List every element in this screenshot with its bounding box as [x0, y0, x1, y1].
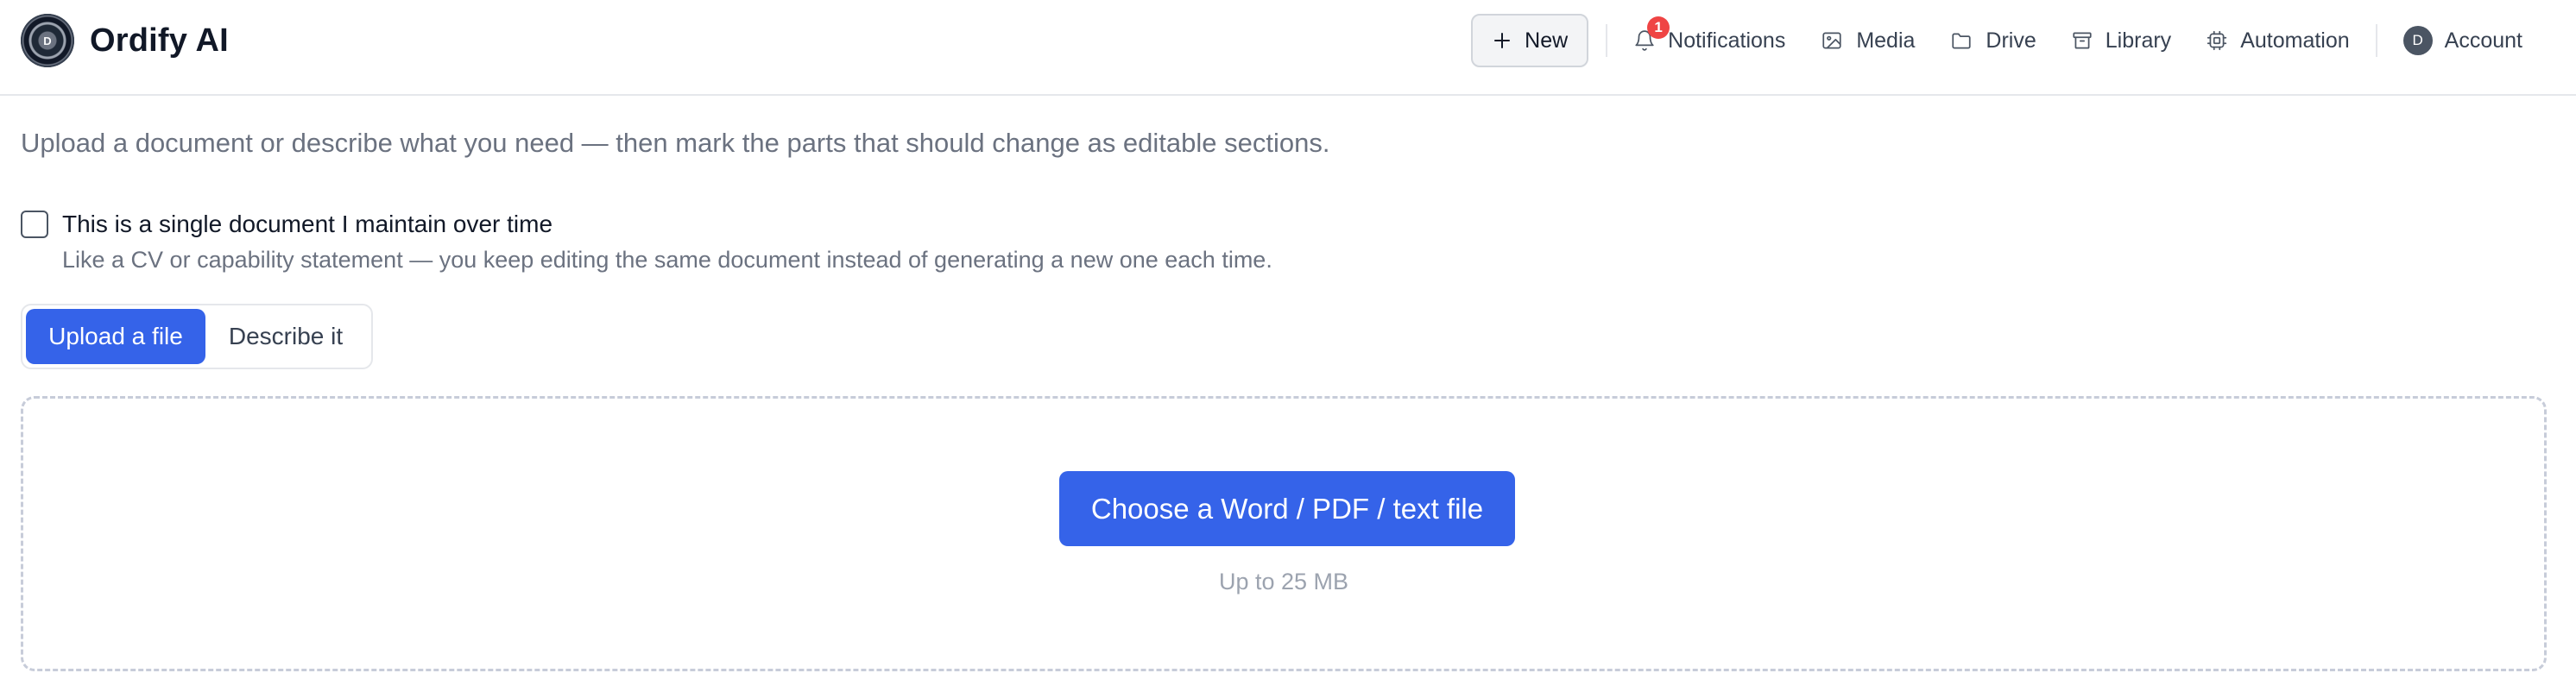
nav-drive-label: Drive: [1986, 28, 2036, 53]
image-icon: [1822, 32, 1841, 49]
choose-file-button[interactable]: Choose a Word / PDF / text file: [1059, 471, 1515, 546]
nav-account-label: Account: [2444, 28, 2522, 53]
nav-library-label: Library: [2105, 28, 2172, 53]
single-document-label[interactable]: This is a single document I maintain ove…: [62, 210, 1272, 239]
nav-notifications-label: Notifications: [1668, 28, 1786, 53]
intro-text: Upload a document or describe what you n…: [21, 128, 1330, 158]
input-mode-toggle: Upload a file Describe it: [21, 304, 373, 369]
nav-automation[interactable]: Automation: [2188, 14, 2366, 67]
single-document-option: This is a single document I maintain ove…: [21, 210, 1272, 274]
tab-describe-it[interactable]: Describe it: [205, 309, 366, 364]
logo-letter: D: [43, 34, 52, 47]
nav-account[interactable]: D Account: [2386, 14, 2540, 67]
cpu-icon: [2207, 30, 2227, 51]
new-button-label: New: [1525, 28, 1569, 53]
nav-divider: [1606, 24, 1608, 57]
nav-media-label: Media: [1856, 28, 1916, 53]
nav-automation-label: Automation: [2240, 28, 2350, 53]
nav-media[interactable]: Media: [1803, 14, 1932, 67]
single-document-checkbox[interactable]: [21, 211, 48, 238]
archive-icon: [2073, 32, 2092, 49]
brand[interactable]: D Ordify AI: [21, 14, 229, 67]
top-bar: D Ordify AI New 1 Notifications Media Dr…: [0, 0, 2576, 96]
file-dropzone[interactable]: Choose a Word / PDF / text file Up to 25…: [21, 396, 2547, 671]
new-button[interactable]: New: [1471, 14, 1589, 67]
main-nav: New 1 Notifications Media Drive Library …: [1471, 14, 2540, 67]
nav-divider: [2375, 24, 2377, 57]
nav-notifications[interactable]: 1 Notifications: [1616, 14, 1803, 67]
single-document-help: Like a CV or capability statement — you …: [62, 247, 1272, 273]
avatar: D: [2402, 26, 2433, 55]
single-document-text: This is a single document I maintain ove…: [62, 210, 1272, 274]
tab-upload-file[interactable]: Upload a file: [26, 309, 205, 364]
app-logo: D: [21, 14, 74, 67]
folder-icon: [1952, 33, 1972, 49]
notifications-badge: 1: [1647, 16, 1670, 39]
app-name: Ordify AI: [90, 22, 229, 59]
plus-icon: [1494, 33, 1511, 48]
nav-library[interactable]: Library: [2054, 14, 2188, 67]
nav-drive[interactable]: Drive: [1932, 14, 2053, 67]
file-size-limit: Up to 25 MB: [1218, 569, 1349, 594]
